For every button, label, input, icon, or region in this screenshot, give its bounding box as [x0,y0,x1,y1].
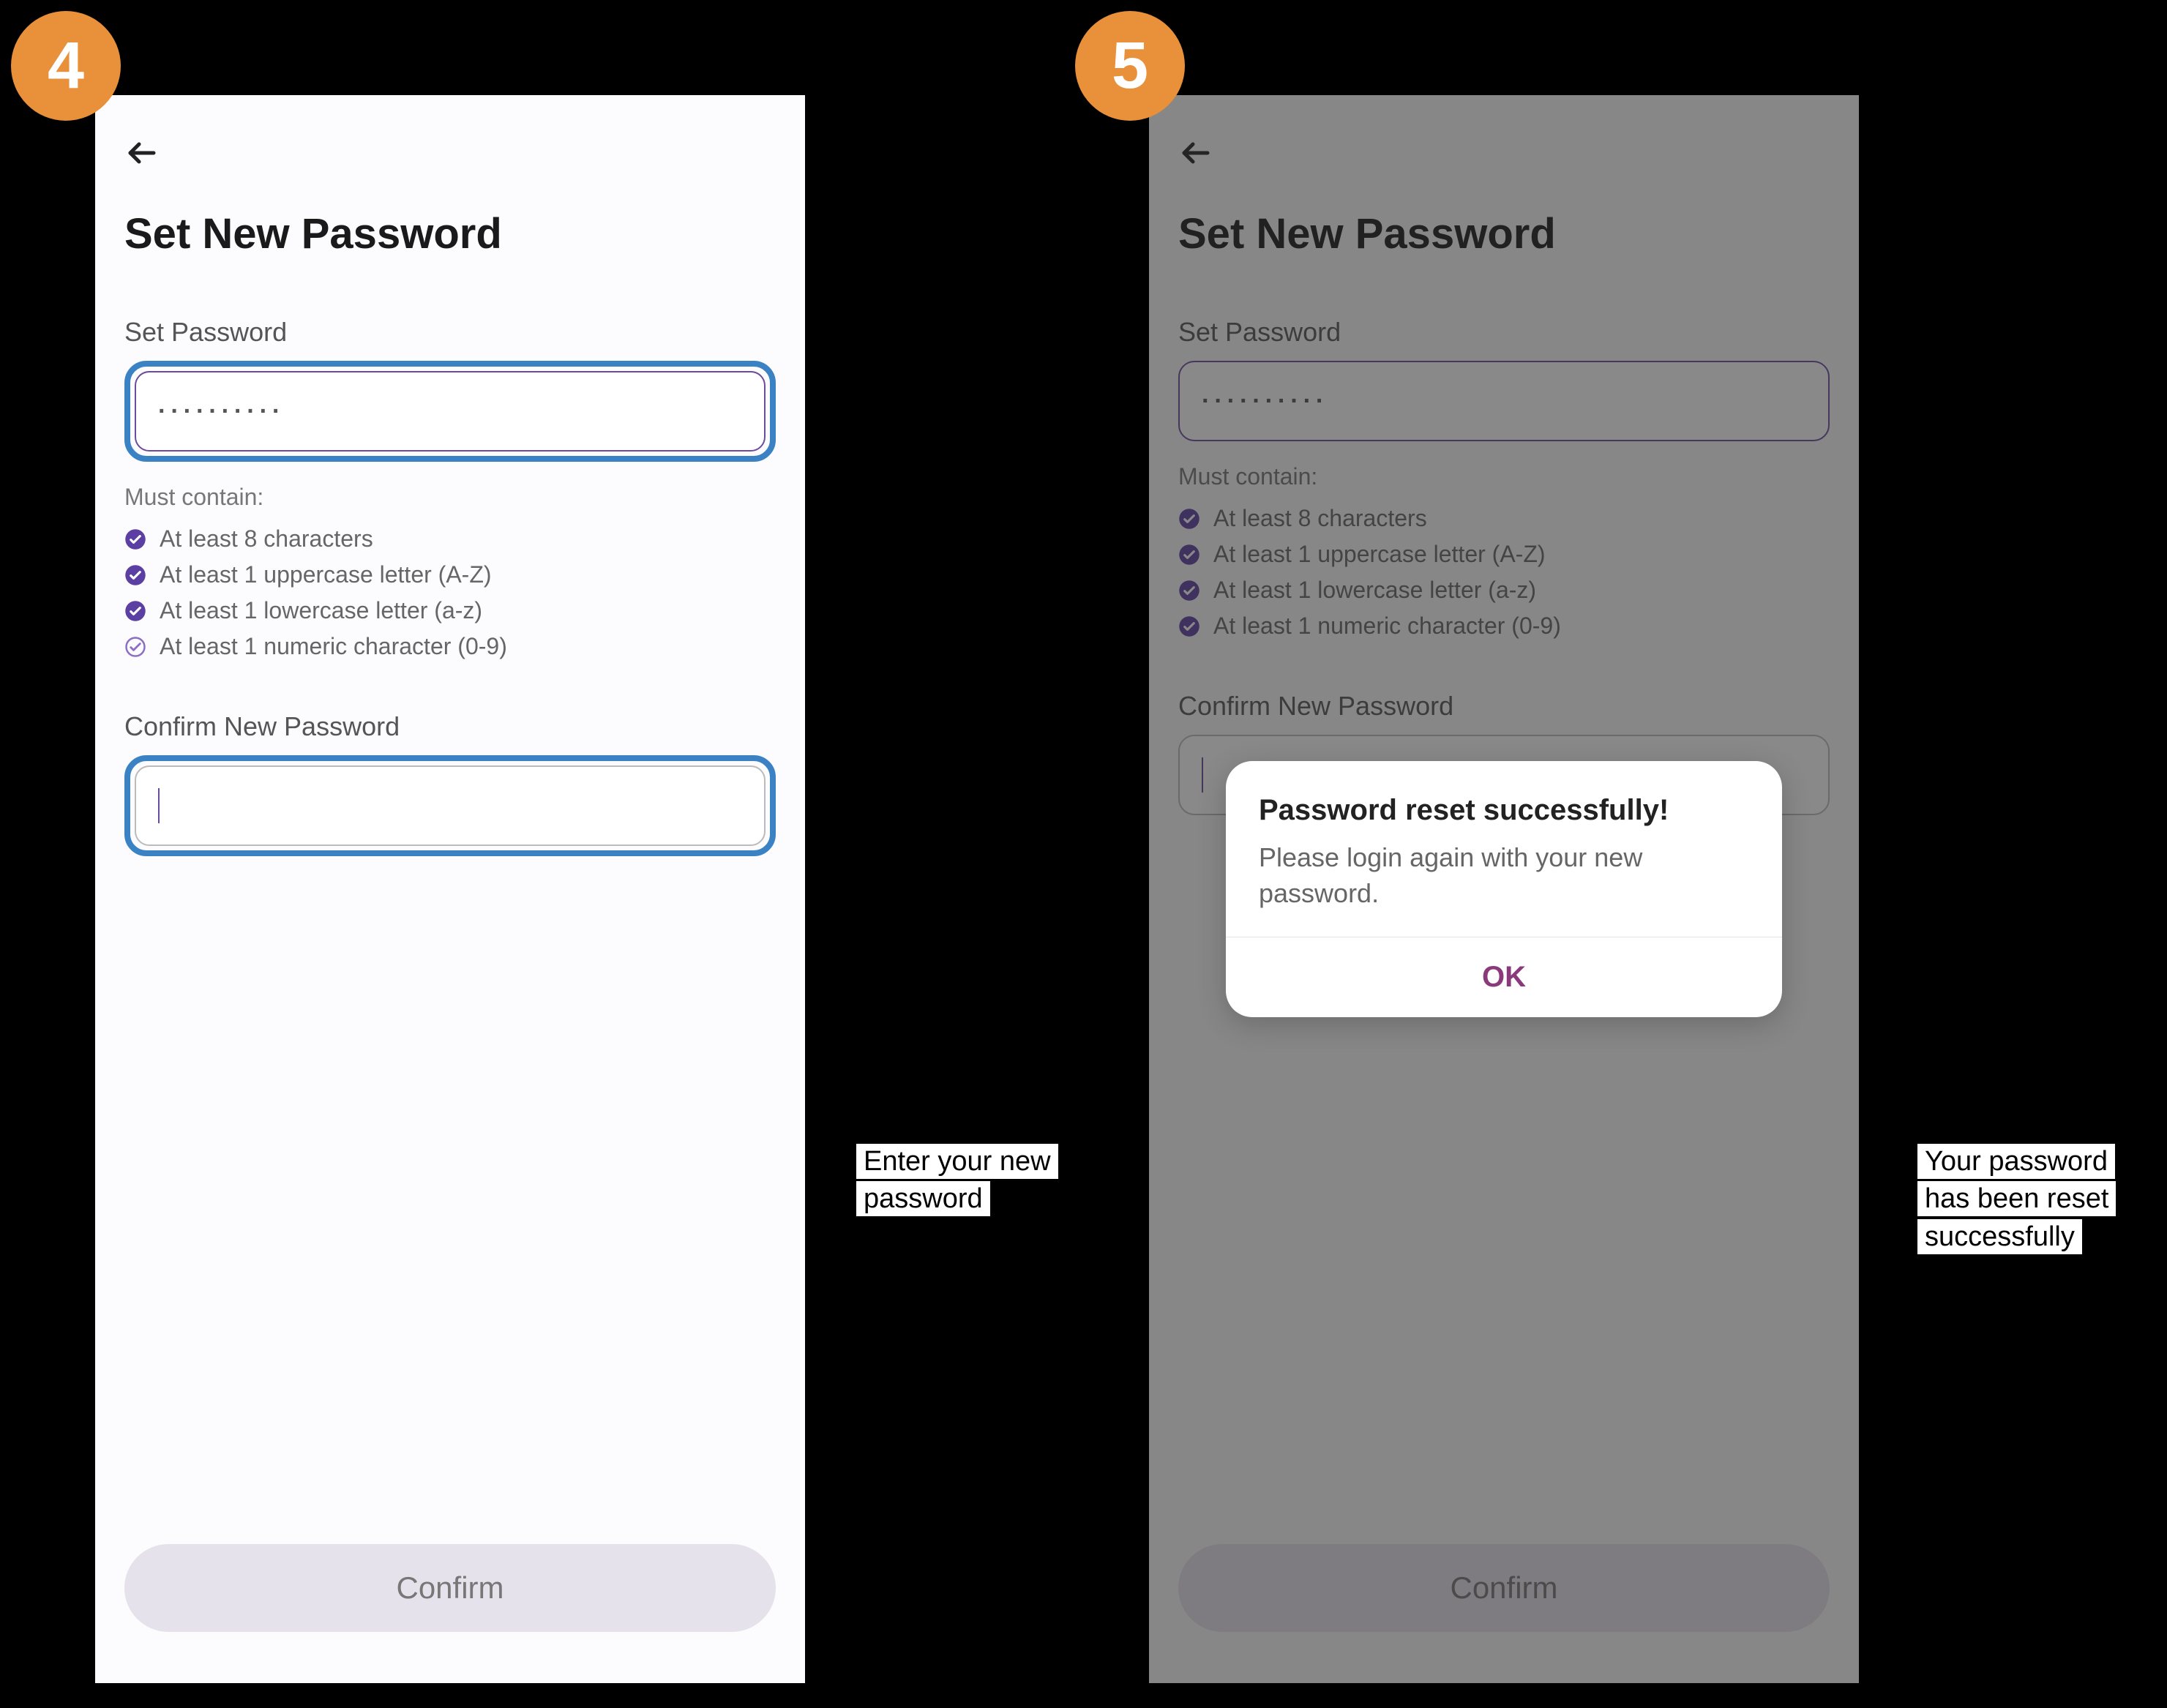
modal-body-text: Please login again with your new passwor… [1259,840,1749,911]
set-password-input[interactable]: ·········· [135,371,766,452]
check-filled-icon [124,564,146,586]
set-password-label: Set Password [124,317,776,348]
rule-item: At least 8 characters [124,525,776,553]
must-contain-label: Must contain: [124,484,776,511]
back-icon[interactable] [124,135,160,180]
confirm-password-input[interactable] [135,765,766,846]
step-badge-4: 4 [11,11,121,121]
modal-title: Password reset successfully! [1259,794,1749,827]
step-badge-5: 5 [1075,11,1185,121]
text-cursor [158,788,160,823]
phone-step-4: Set New Password Set Password ··········… [95,95,805,1683]
rule-text: At least 1 uppercase letter (A-Z) [160,561,492,588]
page-title: Set New Password [124,209,776,258]
confirm-button[interactable]: Confirm [124,1544,776,1632]
password-rules-list: At least 8 characters At least 1 upperca… [124,525,776,660]
rule-text: At least 1 lowercase letter (a-z) [160,597,482,624]
modal-ok-button[interactable]: OK [1226,937,1782,1017]
rule-text: At least 1 numeric character (0-9) [160,633,507,660]
phone-step-5: Set New Password Set Password ··········… [1149,95,1859,1683]
check-filled-icon [124,600,146,622]
check-outline-icon [124,636,146,658]
rule-item: At least 1 lowercase letter (a-z) [124,597,776,624]
annotation-step-4: Enter your new password [856,1143,1076,1218]
confirm-password-label: Confirm New Password [124,711,776,742]
confirm-password-highlight [124,755,776,856]
check-filled-icon [124,528,146,550]
rule-item: At least 1 numeric character (0-9) [124,633,776,660]
annotation-step-5: Your password has been reset successfull… [1917,1143,2159,1256]
success-modal: Password reset successfully! Please logi… [1226,761,1782,1017]
rule-item: At least 1 uppercase letter (A-Z) [124,561,776,588]
set-password-highlight: ·········· [124,361,776,462]
password-masked-value: ·········· [158,397,285,426]
rule-text: At least 8 characters [160,525,373,553]
